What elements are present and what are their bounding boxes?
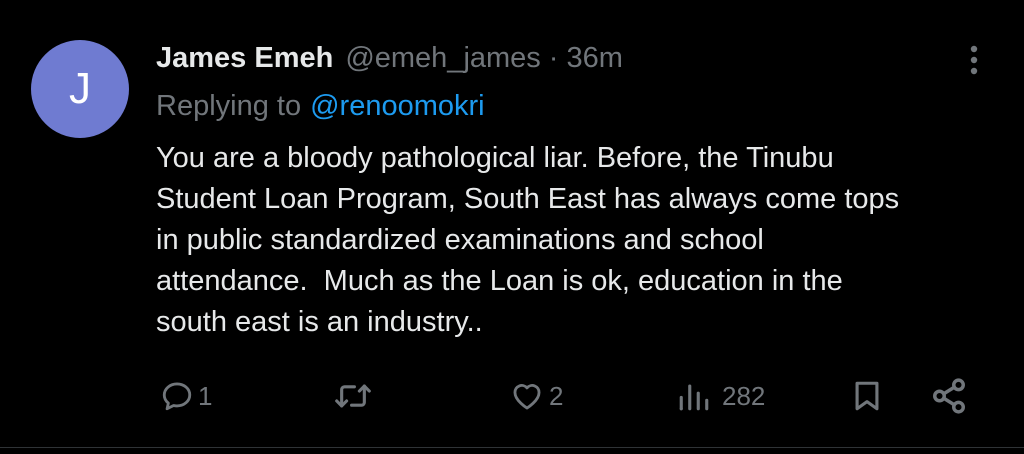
tweet-body-line: You are a bloody pathological liar. Befo… bbox=[156, 142, 834, 174]
reply-count: 1 bbox=[198, 380, 213, 411]
more-options-button[interactable] bbox=[960, 40, 988, 80]
avatar[interactable]: J bbox=[31, 40, 129, 138]
tweet-body: You are a bloody pathological liar. Befo… bbox=[156, 138, 986, 343]
avatar-letter: J bbox=[69, 64, 91, 113]
retweet-icon bbox=[335, 384, 371, 408]
views-icon bbox=[679, 384, 709, 411]
tweet-actions-bar: 1 2 282 bbox=[0, 370, 1024, 422]
replying-to-handle-link[interactable]: @renoomokri bbox=[310, 90, 485, 123]
reply-button[interactable]: 1 bbox=[160, 370, 212, 422]
tweet-body-line: in public standardized examinations and … bbox=[156, 224, 764, 256]
timestamp[interactable]: 36m bbox=[566, 42, 622, 75]
share-icon bbox=[933, 378, 965, 414]
tweet-body-line: Student Loan Program, South East has alw… bbox=[156, 183, 900, 215]
views-count: 282 bbox=[722, 380, 766, 411]
replying-to: Replying to @renoomokri bbox=[156, 86, 485, 126]
tweet-body-line: attendance. Much as the Loan is ok, educ… bbox=[156, 265, 843, 297]
views-button[interactable]: 282 bbox=[676, 370, 765, 422]
divider bbox=[0, 447, 1024, 448]
heart-icon bbox=[513, 384, 541, 410]
tweet-header: James Emeh @emeh_james · 36m bbox=[156, 38, 623, 78]
bookmark-button[interactable] bbox=[850, 370, 884, 422]
reply-icon bbox=[162, 382, 192, 411]
user-handle[interactable]: @emeh_james bbox=[345, 42, 540, 75]
display-name[interactable]: James Emeh bbox=[156, 42, 333, 75]
bookmark-icon bbox=[855, 381, 879, 411]
tweet-body-line: south east is an industry.. bbox=[156, 306, 483, 338]
tweet[interactable]: J James Emeh @emeh_james · 36m Replying … bbox=[0, 0, 1024, 454]
separator-dot: · bbox=[548, 41, 559, 74]
replying-to-label: Replying to bbox=[156, 89, 302, 122]
retweet-button[interactable] bbox=[333, 370, 377, 422]
like-count: 2 bbox=[549, 380, 564, 411]
like-button[interactable]: 2 bbox=[509, 370, 563, 422]
share-button[interactable] bbox=[930, 370, 968, 422]
more-vertical-icon bbox=[970, 45, 978, 75]
